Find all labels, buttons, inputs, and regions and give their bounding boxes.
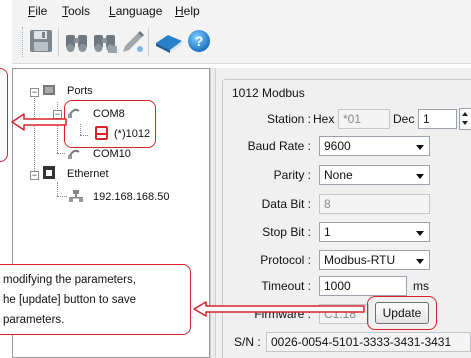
station-label: Station : (266, 112, 311, 126)
protocol-value: Modbus-RTU (324, 253, 396, 267)
tree-root-line (34, 92, 35, 173)
group-title: 1012 Modbus (232, 86, 305, 100)
edit-settings-icon[interactable] (120, 29, 146, 55)
spin-down-icon[interactable] (460, 119, 471, 129)
tree-item-ethernet[interactable]: Ethernet (67, 168, 109, 180)
hex-label: Hex (313, 112, 335, 126)
help-icon[interactable]: ? (186, 28, 212, 54)
menu-language-label: anguage (115, 4, 163, 18)
menu-language[interactable]: Language (109, 4, 162, 18)
com8-highlight-box (64, 100, 156, 148)
menu-help[interactable]: Help (175, 4, 200, 18)
baud-rate-value: 9600 (324, 139, 351, 153)
serial-port-icon-2 (67, 146, 81, 160)
tree-callout-box (0, 68, 8, 162)
chevron-down-icon (416, 259, 424, 264)
baud-rate-select[interactable]: 9600 (319, 136, 430, 156)
ethernet-collapse-toggle[interactable]: − (30, 171, 39, 180)
menu-help-label: elp (183, 4, 200, 18)
ports-collapse-toggle[interactable]: − (30, 88, 39, 97)
dec-label: Dec (393, 112, 415, 126)
stop-bit-select[interactable]: 1 (319, 222, 430, 242)
ethernet-icon (42, 165, 56, 180)
protocol-select[interactable]: Modbus-RTU (319, 250, 430, 270)
tree-item-ports[interactable]: Ports (67, 85, 93, 97)
serial-number-field: 0026-0054-5101-3333-3431-3431 (266, 332, 471, 352)
menu-language-mnemonic: L (109, 4, 116, 18)
right-arrow-icon (192, 300, 366, 318)
ports-folder-icon (42, 83, 56, 97)
timeout-label: Timeout : (261, 279, 311, 293)
network-icon (68, 189, 84, 203)
data-bit-label: Data Bit : (261, 197, 311, 211)
toolbar-grip (22, 27, 24, 57)
callout-line-2: he [update] button to save (3, 294, 136, 306)
parity-value: None (324, 168, 353, 182)
search-device-icon[interactable] (64, 29, 90, 55)
tree-ip-connector (57, 196, 67, 197)
tree-item-ip[interactable]: 192.168.168.50 (93, 191, 169, 203)
chevron-down-icon (416, 174, 424, 179)
protocol-label: Protocol : (260, 253, 311, 267)
spin-up-icon[interactable] (460, 109, 471, 119)
dec-station-input[interactable]: 1 (418, 109, 457, 129)
data-bit-field: 8 (319, 194, 430, 214)
tree-item-com10[interactable]: COM10 (93, 148, 131, 160)
menu-tools[interactable]: Tools (62, 4, 90, 18)
tree-ethernet-line (57, 182, 58, 196)
svg-text:?: ? (195, 33, 204, 49)
sn-label: S/N : (234, 335, 261, 349)
station-spinner[interactable] (459, 108, 471, 130)
hex-station-field: *01 (338, 109, 390, 129)
tree-com10-connector (57, 153, 65, 154)
stop-bit-value: 1 (324, 225, 331, 239)
menu-tools-label: ools (68, 4, 91, 18)
menu-help-mnemonic: H (175, 4, 184, 18)
toolbar-separator (58, 28, 60, 56)
baud-rate-label: Baud Rate : (247, 139, 311, 153)
stop-bit-label: Stop Bit : (262, 225, 311, 239)
callout-line-3: parameters. (3, 314, 65, 326)
menu-file[interactable]: File (28, 4, 47, 18)
menu-file-label: ile (35, 4, 48, 18)
save-icon[interactable] (28, 28, 54, 54)
callout-line-1: modifying the parameters, (3, 274, 136, 286)
search-network-icon[interactable] (92, 29, 118, 55)
update-highlight-box (367, 296, 437, 330)
manual-book-icon[interactable] (154, 29, 182, 55)
left-arrow-icon (10, 112, 68, 132)
timeout-input[interactable]: 1000 (319, 276, 407, 296)
timeout-unit: ms (413, 279, 429, 293)
parity-label: Parity : (273, 168, 311, 182)
toolbar-separator-2 (148, 28, 150, 56)
parity-select[interactable]: None (319, 165, 430, 185)
chevron-down-icon (416, 231, 424, 236)
chevron-down-icon (416, 145, 424, 150)
